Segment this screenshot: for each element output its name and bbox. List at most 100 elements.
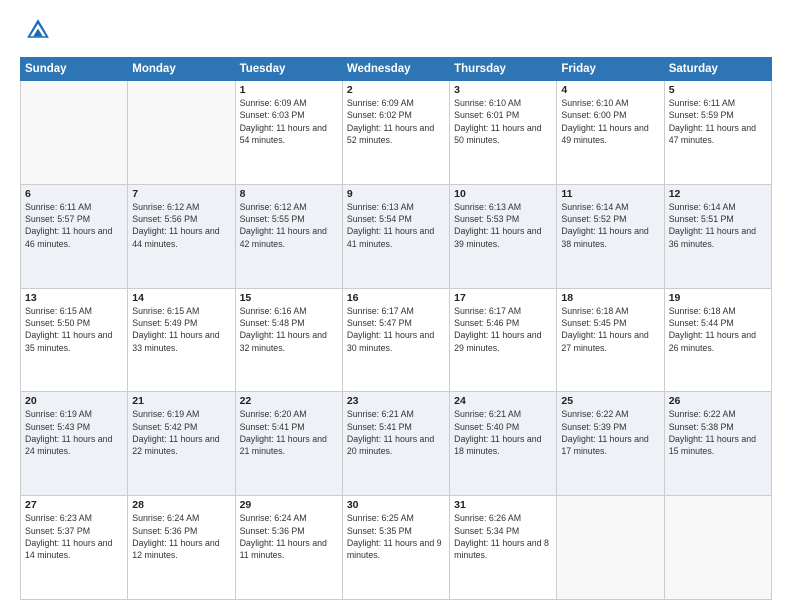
day-number: 19 <box>669 292 767 304</box>
calendar-cell: 30Sunrise: 6:25 AMSunset: 5:35 PMDayligh… <box>342 496 449 600</box>
day-number: 18 <box>561 292 659 304</box>
day-number: 1 <box>240 84 338 96</box>
day-number: 11 <box>561 188 659 200</box>
day-number: 15 <box>240 292 338 304</box>
day-info: Sunrise: 6:26 AMSunset: 5:34 PMDaylight:… <box>454 512 552 561</box>
day-number: 22 <box>240 395 338 407</box>
calendar-cell: 8Sunrise: 6:12 AMSunset: 5:55 PMDaylight… <box>235 184 342 288</box>
day-info: Sunrise: 6:18 AMSunset: 5:45 PMDaylight:… <box>561 305 659 354</box>
day-info: Sunrise: 6:24 AMSunset: 5:36 PMDaylight:… <box>240 512 338 561</box>
calendar-week: 6Sunrise: 6:11 AMSunset: 5:57 PMDaylight… <box>21 184 772 288</box>
calendar-cell: 21Sunrise: 6:19 AMSunset: 5:42 PMDayligh… <box>128 392 235 496</box>
logo-icon <box>24 16 52 44</box>
day-info: Sunrise: 6:21 AMSunset: 5:41 PMDaylight:… <box>347 408 445 457</box>
calendar-cell: 20Sunrise: 6:19 AMSunset: 5:43 PMDayligh… <box>21 392 128 496</box>
calendar-cell: 23Sunrise: 6:21 AMSunset: 5:41 PMDayligh… <box>342 392 449 496</box>
calendar-cell: 28Sunrise: 6:24 AMSunset: 5:36 PMDayligh… <box>128 496 235 600</box>
calendar-week: 20Sunrise: 6:19 AMSunset: 5:43 PMDayligh… <box>21 392 772 496</box>
day-info: Sunrise: 6:15 AMSunset: 5:50 PMDaylight:… <box>25 305 123 354</box>
day-number: 10 <box>454 188 552 200</box>
calendar-cell: 12Sunrise: 6:14 AMSunset: 5:51 PMDayligh… <box>664 184 771 288</box>
day-header: Friday <box>557 58 664 81</box>
day-header: Sunday <box>21 58 128 81</box>
day-number: 20 <box>25 395 123 407</box>
day-info: Sunrise: 6:09 AMSunset: 6:02 PMDaylight:… <box>347 97 445 146</box>
day-number: 31 <box>454 499 552 511</box>
day-info: Sunrise: 6:12 AMSunset: 5:56 PMDaylight:… <box>132 201 230 250</box>
calendar-cell <box>128 81 235 185</box>
day-info: Sunrise: 6:09 AMSunset: 6:03 PMDaylight:… <box>240 97 338 146</box>
day-info: Sunrise: 6:11 AMSunset: 5:59 PMDaylight:… <box>669 97 767 146</box>
calendar-cell: 17Sunrise: 6:17 AMSunset: 5:46 PMDayligh… <box>450 288 557 392</box>
calendar-cell: 15Sunrise: 6:16 AMSunset: 5:48 PMDayligh… <box>235 288 342 392</box>
calendar-cell: 29Sunrise: 6:24 AMSunset: 5:36 PMDayligh… <box>235 496 342 600</box>
day-number: 23 <box>347 395 445 407</box>
day-info: Sunrise: 6:12 AMSunset: 5:55 PMDaylight:… <box>240 201 338 250</box>
day-info: Sunrise: 6:19 AMSunset: 5:43 PMDaylight:… <box>25 408 123 457</box>
calendar-cell: 10Sunrise: 6:13 AMSunset: 5:53 PMDayligh… <box>450 184 557 288</box>
day-number: 26 <box>669 395 767 407</box>
header <box>20 16 772 49</box>
day-info: Sunrise: 6:16 AMSunset: 5:48 PMDaylight:… <box>240 305 338 354</box>
calendar-cell: 27Sunrise: 6:23 AMSunset: 5:37 PMDayligh… <box>21 496 128 600</box>
calendar-cell: 26Sunrise: 6:22 AMSunset: 5:38 PMDayligh… <box>664 392 771 496</box>
calendar-week: 1Sunrise: 6:09 AMSunset: 6:03 PMDaylight… <box>21 81 772 185</box>
day-info: Sunrise: 6:23 AMSunset: 5:37 PMDaylight:… <box>25 512 123 561</box>
day-info: Sunrise: 6:24 AMSunset: 5:36 PMDaylight:… <box>132 512 230 561</box>
day-number: 29 <box>240 499 338 511</box>
day-info: Sunrise: 6:10 AMSunset: 6:01 PMDaylight:… <box>454 97 552 146</box>
day-info: Sunrise: 6:17 AMSunset: 5:47 PMDaylight:… <box>347 305 445 354</box>
calendar-cell: 1Sunrise: 6:09 AMSunset: 6:03 PMDaylight… <box>235 81 342 185</box>
calendar-cell: 11Sunrise: 6:14 AMSunset: 5:52 PMDayligh… <box>557 184 664 288</box>
calendar-cell: 22Sunrise: 6:20 AMSunset: 5:41 PMDayligh… <box>235 392 342 496</box>
calendar-cell <box>664 496 771 600</box>
logo <box>20 16 52 49</box>
calendar-week: 27Sunrise: 6:23 AMSunset: 5:37 PMDayligh… <box>21 496 772 600</box>
day-info: Sunrise: 6:22 AMSunset: 5:39 PMDaylight:… <box>561 408 659 457</box>
day-number: 30 <box>347 499 445 511</box>
day-number: 17 <box>454 292 552 304</box>
calendar-cell: 9Sunrise: 6:13 AMSunset: 5:54 PMDaylight… <box>342 184 449 288</box>
day-header: Saturday <box>664 58 771 81</box>
calendar-cell: 31Sunrise: 6:26 AMSunset: 5:34 PMDayligh… <box>450 496 557 600</box>
day-number: 5 <box>669 84 767 96</box>
day-info: Sunrise: 6:19 AMSunset: 5:42 PMDaylight:… <box>132 408 230 457</box>
day-number: 4 <box>561 84 659 96</box>
calendar-week: 13Sunrise: 6:15 AMSunset: 5:50 PMDayligh… <box>21 288 772 392</box>
page: SundayMondayTuesdayWednesdayThursdayFrid… <box>0 0 792 612</box>
day-info: Sunrise: 6:13 AMSunset: 5:53 PMDaylight:… <box>454 201 552 250</box>
day-info: Sunrise: 6:20 AMSunset: 5:41 PMDaylight:… <box>240 408 338 457</box>
day-number: 21 <box>132 395 230 407</box>
day-header: Wednesday <box>342 58 449 81</box>
day-number: 16 <box>347 292 445 304</box>
day-header: Thursday <box>450 58 557 81</box>
day-number: 25 <box>561 395 659 407</box>
calendar-cell: 4Sunrise: 6:10 AMSunset: 6:00 PMDaylight… <box>557 81 664 185</box>
day-number: 28 <box>132 499 230 511</box>
day-number: 24 <box>454 395 552 407</box>
calendar-cell: 5Sunrise: 6:11 AMSunset: 5:59 PMDaylight… <box>664 81 771 185</box>
day-number: 27 <box>25 499 123 511</box>
calendar-cell: 16Sunrise: 6:17 AMSunset: 5:47 PMDayligh… <box>342 288 449 392</box>
calendar-cell: 3Sunrise: 6:10 AMSunset: 6:01 PMDaylight… <box>450 81 557 185</box>
day-number: 7 <box>132 188 230 200</box>
day-header: Monday <box>128 58 235 81</box>
day-info: Sunrise: 6:18 AMSunset: 5:44 PMDaylight:… <box>669 305 767 354</box>
header-row: SundayMondayTuesdayWednesdayThursdayFrid… <box>21 58 772 81</box>
calendar-cell: 19Sunrise: 6:18 AMSunset: 5:44 PMDayligh… <box>664 288 771 392</box>
day-info: Sunrise: 6:14 AMSunset: 5:51 PMDaylight:… <box>669 201 767 250</box>
calendar-table: SundayMondayTuesdayWednesdayThursdayFrid… <box>20 57 772 600</box>
day-number: 9 <box>347 188 445 200</box>
calendar-cell: 7Sunrise: 6:12 AMSunset: 5:56 PMDaylight… <box>128 184 235 288</box>
day-info: Sunrise: 6:22 AMSunset: 5:38 PMDaylight:… <box>669 408 767 457</box>
calendar-cell: 24Sunrise: 6:21 AMSunset: 5:40 PMDayligh… <box>450 392 557 496</box>
day-number: 12 <box>669 188 767 200</box>
day-number: 3 <box>454 84 552 96</box>
day-number: 2 <box>347 84 445 96</box>
day-number: 8 <box>240 188 338 200</box>
day-info: Sunrise: 6:13 AMSunset: 5:54 PMDaylight:… <box>347 201 445 250</box>
calendar-cell: 2Sunrise: 6:09 AMSunset: 6:02 PMDaylight… <box>342 81 449 185</box>
day-info: Sunrise: 6:15 AMSunset: 5:49 PMDaylight:… <box>132 305 230 354</box>
day-number: 6 <box>25 188 123 200</box>
calendar-cell <box>557 496 664 600</box>
